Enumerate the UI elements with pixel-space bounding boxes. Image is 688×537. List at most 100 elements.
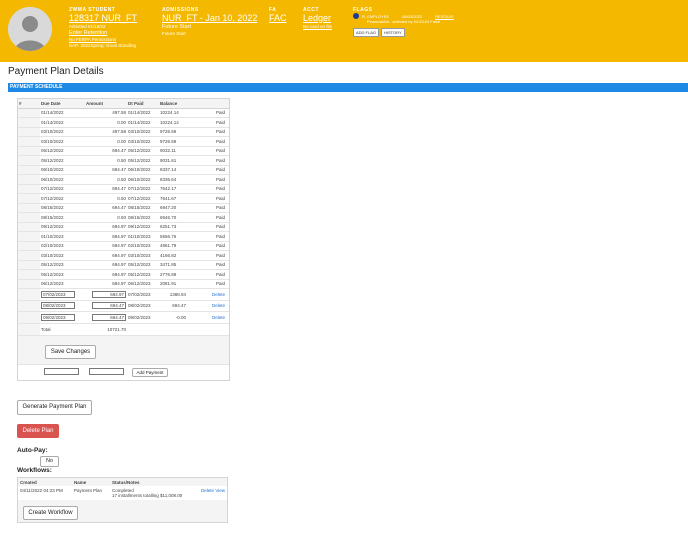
row-balance: 6946.70 xyxy=(159,212,187,223)
student-section: ZWMA STUDENT 128317 NUR_FT Admitted 01/1… xyxy=(69,7,137,49)
editable-row: 07/02/2023 692.97 07/02/2023 1388.94 Delete xyxy=(18,288,229,301)
wf-actions: Delete View xyxy=(194,486,227,500)
row-index xyxy=(18,146,40,156)
row-balance: 7641.67 xyxy=(159,193,187,204)
flag-sub: FinancialAid - selected by 04:23:24 Fals… xyxy=(367,19,441,24)
workflows-label: Workflows: xyxy=(17,467,52,474)
row-balance: 7642.17 xyxy=(159,184,187,194)
due-date-input[interactable]: 08/02/2023 xyxy=(41,302,75,310)
wf-view-link[interactable]: View xyxy=(215,488,225,493)
row-due-date: 03/10/2023 xyxy=(40,250,85,261)
row-dt-paid: 01/10/2023 xyxy=(127,231,159,242)
row-index xyxy=(18,108,40,118)
row-amount: 0.50 xyxy=(85,174,127,185)
col-balance: Balance xyxy=(159,99,187,109)
table-header-row: # Due Date Amount Dt Paid Balance xyxy=(18,99,229,109)
row-index xyxy=(18,279,40,289)
row-balance: 2776.88 xyxy=(159,269,187,280)
row-amount: 694.97 xyxy=(85,222,127,232)
delete-row-link[interactable]: Delete xyxy=(187,300,229,312)
wf-col-actions xyxy=(195,478,227,486)
row-due-date: 02/10/2023 xyxy=(40,241,85,251)
future-start-2: Future Start xyxy=(162,31,186,36)
save-changes-button[interactable]: Save Changes xyxy=(45,345,96,359)
row-amount: 497.58 xyxy=(85,108,127,118)
row-dt-paid: 08/15/2022 xyxy=(127,212,159,223)
row-balance: 8337.14 xyxy=(159,165,187,175)
create-workflow-button[interactable]: Create Workflow xyxy=(23,506,78,520)
delete-plan-button[interactable]: Delete Plan xyxy=(17,424,59,438)
table-row: 05/12/2023 694.97 05/12/2023 2776.88 Paid xyxy=(18,269,229,280)
row-status: Paid xyxy=(187,231,229,242)
row-dt-paid: 05/12/2023 xyxy=(127,260,159,270)
ledger-link[interactable]: Ledger xyxy=(303,13,332,24)
row-due-date: 07/12/2022 xyxy=(40,193,85,204)
row-status: Paid xyxy=(187,127,229,137)
amount-input[interactable]: 694.47 xyxy=(92,313,126,321)
wf-col-name: Name xyxy=(74,479,87,485)
row-amount: 0.00 xyxy=(85,117,127,128)
avatar xyxy=(8,7,52,51)
amount-input[interactable]: 692.97 xyxy=(92,290,126,298)
row-dt-paid: 09/12/2022 xyxy=(127,222,159,232)
row-status: Paid xyxy=(187,260,229,270)
row-amount: 694.97 xyxy=(85,241,127,251)
row-due-date: 01/14/2022 xyxy=(40,108,85,118)
total-row: Total 10721.70 xyxy=(18,323,229,336)
generate-payment-plan-button[interactable]: Generate Payment Plan xyxy=(17,400,92,415)
new-due-date-input[interactable] xyxy=(44,368,79,375)
enter-retention-link[interactable]: Enter Retention xyxy=(69,30,137,37)
row-amount: 0.50 xyxy=(85,193,127,204)
row-amount-cell: 692.97 xyxy=(85,288,127,301)
wf-delete-link[interactable]: Delete xyxy=(201,488,214,493)
history-button[interactable]: HISTORY xyxy=(381,28,405,37)
flag-dot-icon xyxy=(353,13,359,19)
delete-row-link[interactable]: Delete xyxy=(187,288,229,301)
wf-notes: 17 installments totalling $11,008.00 xyxy=(112,493,183,498)
no-card-link[interactable]: No card on file xyxy=(303,24,332,30)
row-status: Paid xyxy=(187,222,229,232)
table-row: 05/12/2022 694.47 05/12/2022 9032.11 Paid xyxy=(18,146,229,156)
auto-pay-toggle[interactable]: No xyxy=(40,456,59,467)
table-row: 06/12/2023 694.97 06/12/2023 2081.91 Paid xyxy=(18,279,229,289)
new-amount-input[interactable] xyxy=(89,368,124,375)
fa-link[interactable]: FAC xyxy=(269,13,287,24)
row-index xyxy=(18,260,40,270)
row-amount: 694.47 xyxy=(85,146,127,156)
row-amount: 0.50 xyxy=(85,155,127,166)
row-index xyxy=(18,127,40,137)
table-row: 03/10/2022 497.58 03/10/2022 9726.59 Paid xyxy=(18,127,229,137)
row-status: Paid xyxy=(187,212,229,223)
wf-created: 04/11/2022 04:23 PM xyxy=(18,486,72,500)
row-balance: 6947.20 xyxy=(159,203,187,213)
total-value: 10721.70 xyxy=(85,323,127,336)
add-payment-button[interactable]: Add Payment xyxy=(132,368,168,377)
delete-row-link[interactable]: Delete xyxy=(187,311,229,324)
row-index xyxy=(18,311,40,324)
row-amount: 0.50 xyxy=(85,212,127,223)
row-index xyxy=(18,193,40,204)
row-dt-paid: 07/12/2022 xyxy=(127,193,159,204)
row-amount: 694.97 xyxy=(85,279,127,289)
row-due-date: 08/15/2022 xyxy=(40,203,85,213)
row-index xyxy=(18,155,40,166)
admissions-link[interactable]: NUR_FT - Jan 10, 2022 xyxy=(162,13,257,24)
workflows-table: Created Name Status/Notes 04/11/2022 04:… xyxy=(18,478,227,500)
row-dt-paid: 09/02/2023 xyxy=(127,311,159,324)
table-row: 06/10/2022 694.47 06/10/2022 8337.14 Paid xyxy=(18,165,229,175)
due-date-input[interactable]: 09/02/2023 xyxy=(41,313,75,321)
row-balance: 5556.76 xyxy=(159,231,187,242)
row-due-cell: 07/02/2023 xyxy=(40,288,85,301)
row-dt-paid: 02/10/2023 xyxy=(127,241,159,251)
row-status: Paid xyxy=(187,165,229,175)
row-dt-paid: 03/10/2023 xyxy=(127,250,159,261)
student-id-link[interactable]: 128317 NUR_FT xyxy=(69,13,137,24)
row-index xyxy=(18,222,40,232)
row-amount: 497.58 xyxy=(85,127,127,137)
due-date-input[interactable]: 07/02/2023 xyxy=(41,290,75,298)
row-amount: 694.47 xyxy=(85,165,127,175)
add-flag-button[interactable]: ADD FLAG xyxy=(353,28,380,37)
flag-resolve-link[interactable]: RESOLVE xyxy=(435,14,454,19)
amount-input[interactable]: 694.47 xyxy=(92,302,126,310)
row-status: Paid xyxy=(187,241,229,251)
